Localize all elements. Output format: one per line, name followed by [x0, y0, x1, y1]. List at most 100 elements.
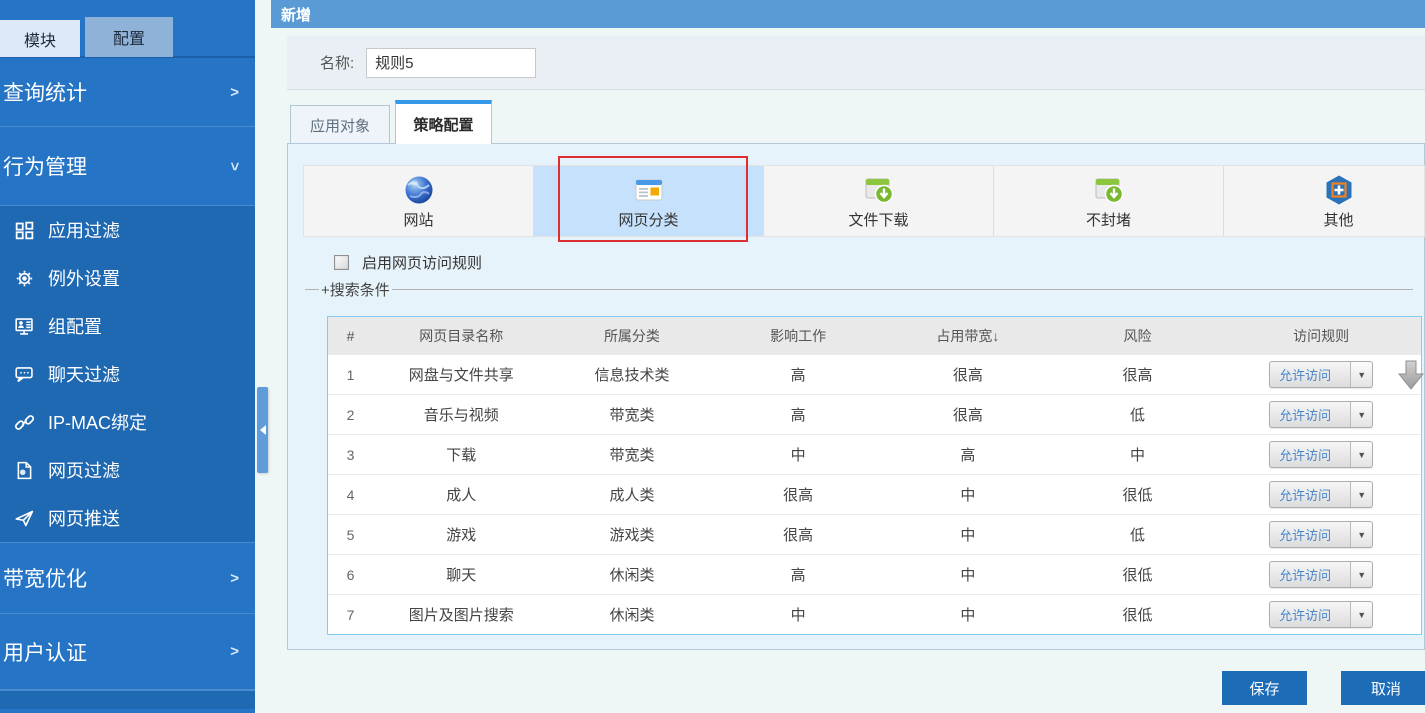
category-tab-3[interactable]: 文件下载 — [764, 166, 994, 236]
column-header-2: 网页目录名称 — [373, 317, 550, 354]
access-rule-select[interactable]: 允许访问▼ — [1269, 481, 1373, 508]
chevron-down-icon[interactable]: ▼ — [1350, 442, 1372, 467]
webpage-category-icon — [632, 173, 666, 207]
category-tab-strip: 网站 网页分类 文件下载不封堵 其他 — [303, 165, 1425, 237]
enable-web-rule-label: 启用网页访问规则 — [362, 252, 482, 273]
enable-rule-row: 启用网页访问规则 — [334, 252, 482, 273]
sidebar-item-1[interactable]: 应用过滤 — [0, 206, 255, 254]
cell-work_impact: 中 — [714, 435, 882, 474]
globe-icon — [402, 173, 436, 207]
sidebar-item-4[interactable]: 聊天过滤 — [0, 350, 255, 398]
sidebar: 模块 配置 查询统计 > 行为管理 > 应用过滤例外设置组配置聊天过滤 IP-MA… — [0, 0, 255, 713]
cell-category: 成人类 — [550, 475, 715, 514]
cell-risk: 低 — [1054, 515, 1222, 554]
chevron-down-icon[interactable]: ▼ — [1350, 362, 1372, 387]
cell-bandwidth: 中 — [882, 555, 1054, 594]
cell-access-rule: 允许访问▼ — [1221, 475, 1421, 514]
cell-risk: 很高 — [1054, 355, 1222, 394]
sidebar-item-2[interactable]: 例外设置 — [0, 254, 255, 302]
cell-category: 带宽类 — [550, 395, 715, 434]
search-condition-legend[interactable]: +搜索条件 — [305, 279, 1413, 300]
column-header-6: 风险 — [1054, 317, 1222, 354]
category-tab-5[interactable]: 其他 — [1224, 166, 1425, 236]
cell-risk: 很低 — [1054, 555, 1222, 594]
name-label: 名称: — [320, 52, 354, 73]
link-icon — [12, 411, 36, 433]
gear-icon — [12, 267, 36, 289]
cell-category: 休闲类 — [550, 555, 715, 594]
rule-name-input[interactable] — [366, 48, 536, 78]
section-label: 查询统计 — [3, 77, 87, 107]
access-rule-select[interactable]: 允许访问▼ — [1269, 521, 1373, 548]
cell-access-rule: 允许访问▼ — [1221, 595, 1421, 634]
sidebar-item-label: IP-MAC绑定 — [48, 409, 147, 435]
column-header-5[interactable]: 占用带宽↓ — [882, 317, 1054, 354]
access-rule-select[interactable]: 允许访问▼ — [1269, 401, 1373, 428]
sidebar-bottom-strip — [0, 690, 255, 709]
sidebar-item-7[interactable]: 网页推送 — [0, 494, 255, 542]
tab-config[interactable]: 配置 — [85, 17, 173, 57]
category-tab-2[interactable]: 网页分类 — [534, 166, 764, 236]
sidebar-item-label: 网页过滤 — [48, 457, 120, 483]
cell-bandwidth: 中 — [882, 595, 1054, 634]
tab-module[interactable]: 模块 — [0, 20, 80, 57]
legend-line — [305, 289, 319, 290]
sidebar-item-6[interactable]: 网页过滤 — [0, 446, 255, 494]
category-tab-label: 网页分类 — [618, 209, 678, 230]
chevron-down-icon[interactable]: ▼ — [1350, 402, 1372, 427]
category-tab-label: 不封堵 — [1086, 209, 1131, 230]
chevron-down-icon[interactable]: ▼ — [1350, 522, 1372, 547]
sidebar-collapse-handle[interactable] — [257, 387, 268, 473]
sidebar-section-user-auth[interactable]: 用户认证 > — [0, 614, 255, 690]
legend-line — [392, 289, 1413, 290]
send-icon — [12, 507, 36, 529]
cell-index: 1 — [328, 355, 373, 394]
chevron-down-icon[interactable]: ▼ — [1350, 562, 1372, 587]
cell-index: 2 — [328, 395, 373, 434]
file-download-icon — [862, 173, 896, 207]
down-arrow-indicator-icon — [1398, 360, 1424, 390]
cell-bandwidth: 高 — [882, 435, 1054, 474]
cell-index: 6 — [328, 555, 373, 594]
sidebar-section-behavior-mgmt[interactable]: 行为管理 > — [0, 127, 255, 206]
cell-work_impact: 很高 — [714, 475, 882, 514]
sidebar-item-3[interactable]: 组配置 — [0, 302, 255, 350]
sidebar-item-5[interactable]: IP-MAC绑定 — [0, 398, 255, 446]
cancel-button[interactable]: 取消 — [1341, 671, 1425, 705]
cell-index: 4 — [328, 475, 373, 514]
search-condition-label: +搜索条件 — [319, 279, 392, 300]
tab-policy-config[interactable]: 策略配置 — [395, 100, 492, 144]
cell-risk: 很低 — [1054, 595, 1222, 634]
chevron-down-icon[interactable]: ▼ — [1350, 602, 1372, 627]
access-rule-value: 允许访问 — [1270, 405, 1350, 424]
access-rule-select[interactable]: 允许访问▼ — [1269, 561, 1373, 588]
page-title: 新增 — [281, 4, 311, 25]
category-tab-label: 网站 — [403, 209, 433, 230]
save-button[interactable]: 保存 — [1222, 671, 1307, 705]
cell-name: 成人 — [373, 475, 550, 514]
cell-bandwidth: 很高 — [882, 355, 1054, 394]
sidebar-section-bandwidth[interactable]: 带宽优化 > — [0, 542, 255, 614]
category-tab-4[interactable]: 不封堵 — [994, 166, 1224, 236]
access-rule-select[interactable]: 允许访问▼ — [1269, 441, 1373, 468]
table-header-row: #网页目录名称所属分类影响工作占用带宽↓风险访问规则 — [328, 317, 1421, 354]
cell-access-rule: 允许访问▼ — [1221, 555, 1421, 594]
sidebar-section-query-stats[interactable]: 查询统计 > — [0, 58, 255, 127]
access-rule-select[interactable]: 允许访问▼ — [1269, 361, 1373, 388]
chevron-right-icon: > — [230, 643, 239, 660]
cell-index: 3 — [328, 435, 373, 474]
category-tab-1[interactable]: 网站 — [304, 166, 534, 236]
enable-web-rule-checkbox[interactable] — [334, 255, 349, 270]
table-row: 2音乐与视频带宽类高很高低允许访问▼ — [328, 394, 1421, 434]
grid-icon — [12, 219, 36, 241]
table-row: 5游戏游戏类很高中低允许访问▼ — [328, 514, 1421, 554]
cell-bandwidth: 中 — [882, 515, 1054, 554]
collapse-left-icon — [260, 425, 266, 435]
access-rule-select[interactable]: 允许访问▼ — [1269, 601, 1373, 628]
tab-apply-object[interactable]: 应用对象 — [290, 105, 390, 145]
access-rule-value: 允许访问 — [1270, 565, 1350, 584]
chevron-down-icon[interactable]: ▼ — [1350, 482, 1372, 507]
section-label: 行为管理 — [3, 151, 87, 181]
table-body: 1网盘与文件共享信息技术类高很高很高允许访问▼2音乐与视频带宽类高很高低允许访问… — [328, 354, 1421, 634]
cell-name: 网盘与文件共享 — [373, 355, 550, 394]
